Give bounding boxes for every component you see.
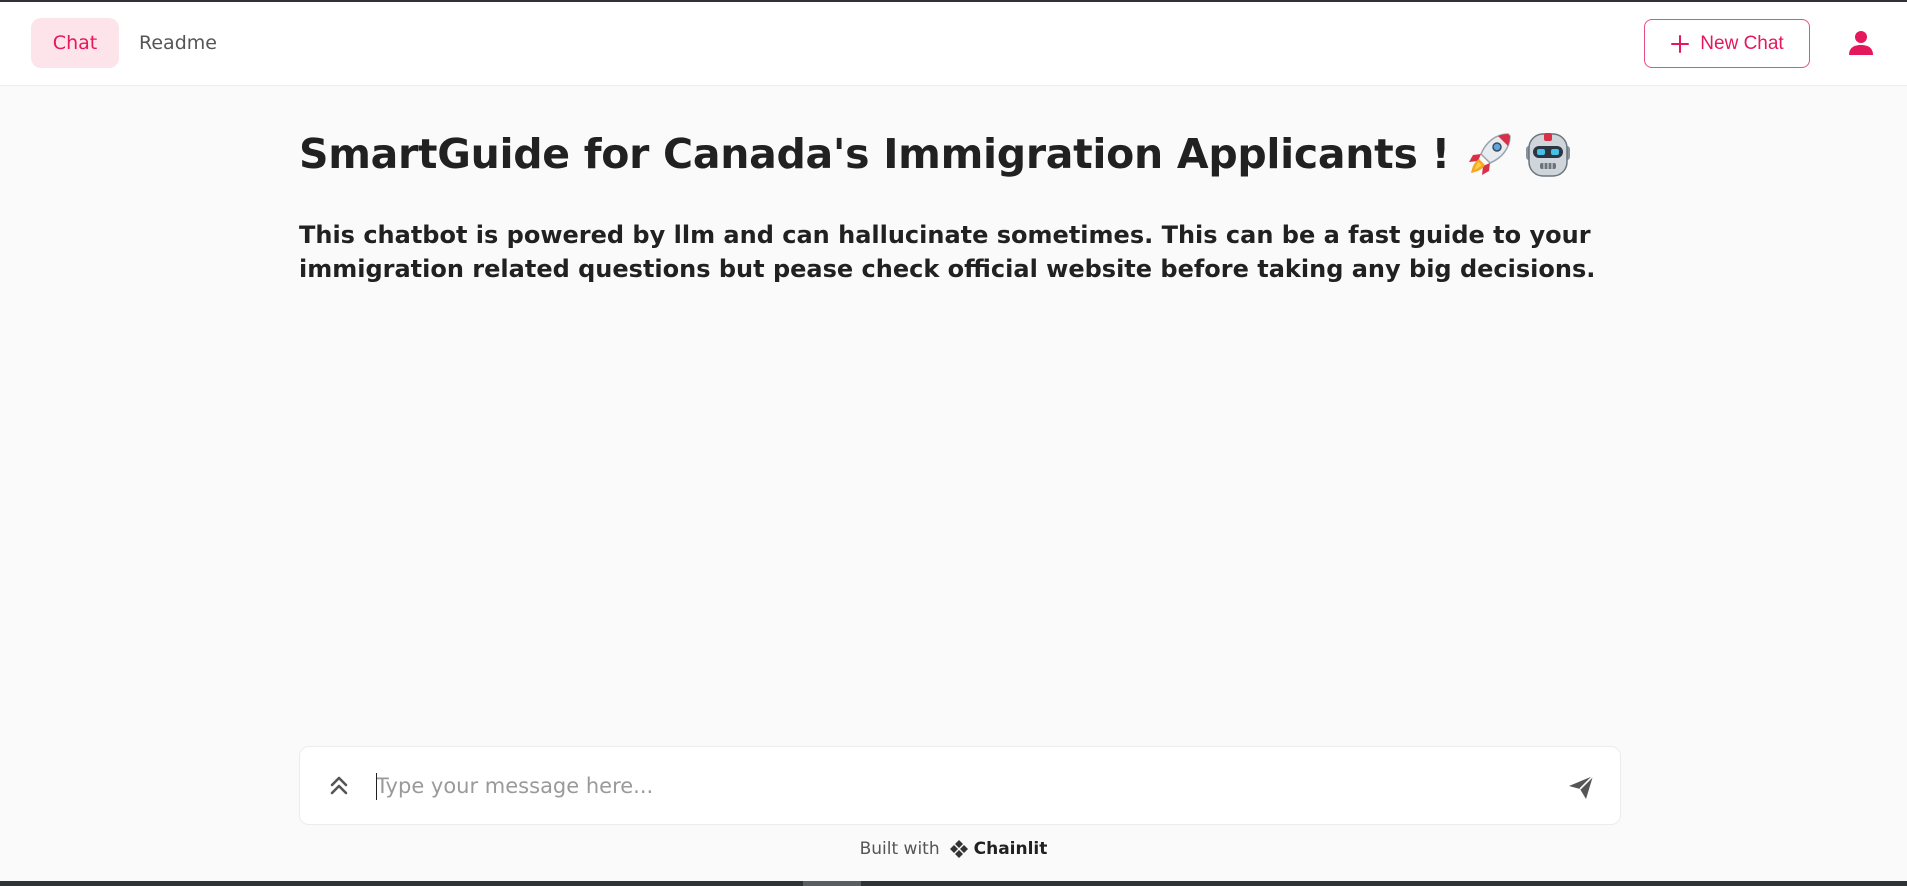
text-caret: [376, 773, 377, 800]
chat-welcome: SmartGuide for Canada's Immigration Appl…: [299, 86, 1621, 286]
chevrons-up-icon[interactable]: [324, 771, 354, 801]
chainlit-brand-link[interactable]: Chainlit: [948, 838, 1048, 860]
built-with-text: Built with: [859, 839, 940, 859]
send-icon[interactable]: [1566, 772, 1596, 802]
message-composer: [299, 746, 1621, 825]
plus-icon: [1671, 34, 1690, 53]
horizontal-scrollbar-thumb[interactable]: [803, 881, 861, 886]
tab-readme[interactable]: Readme: [125, 18, 231, 68]
rocket-emoji-icon: [1468, 133, 1511, 175]
chainlit-logo-icon: [949, 840, 968, 858]
new-chat-button[interactable]: New Chat: [1644, 19, 1810, 68]
page-title-text: SmartGuide for Canada's Immigration Appl…: [299, 130, 1450, 178]
window-bottom-edge: [0, 881, 1907, 886]
message-input[interactable]: [376, 763, 1536, 809]
user-avatar-icon[interactable]: [1846, 28, 1876, 58]
page-title: SmartGuide for Canada's Immigration Appl…: [299, 128, 1621, 180]
title-emojis: [1464, 128, 1574, 180]
robot-emoji-icon: [1525, 133, 1570, 177]
top-bar: Chat Readme New Chat: [0, 2, 1907, 86]
tab-chat[interactable]: Chat: [31, 18, 119, 68]
new-chat-label: New Chat: [1700, 32, 1784, 54]
chainlit-brand-text: Chainlit: [973, 839, 1048, 859]
disclaimer-text: This chatbot is powered by llm and can h…: [299, 221, 1596, 283]
built-with-footer: Built with Chainlit: [0, 836, 1907, 862]
